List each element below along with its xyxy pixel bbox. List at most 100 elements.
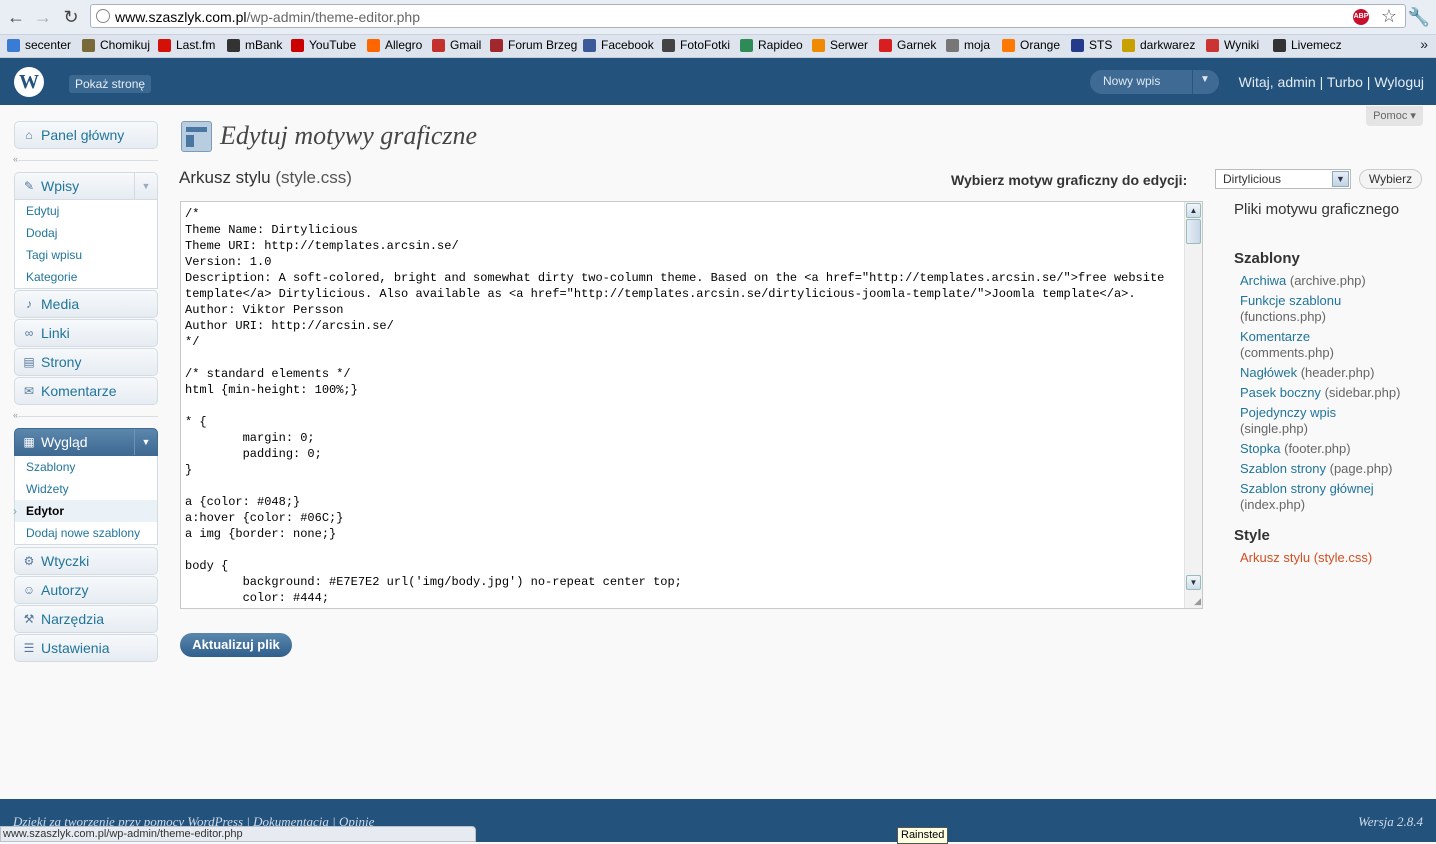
- resize-grip-icon[interactable]: ◢: [1194, 596, 1201, 607]
- darkwarez-icon: [1122, 38, 1135, 52]
- logout-link[interactable]: Wyloguj: [1374, 74, 1424, 90]
- bookmark-item[interactable]: Orange: [1002, 38, 1060, 52]
- submenu-item-themes[interactable]: Szablony: [15, 456, 157, 478]
- style-file-link[interactable]: Arkusz stylu (style.css): [1240, 550, 1430, 566]
- menu-plugins[interactable]: ⚙ Wtyczki: [14, 547, 158, 575]
- collapse-icon[interactable]: «: [13, 154, 19, 164]
- template-file-link[interactable]: Stopka (footer.php): [1240, 441, 1430, 457]
- submenu-item-add[interactable]: Dodaj: [15, 222, 157, 244]
- template-file-link[interactable]: Pasek boczny (sidebar.php): [1240, 385, 1430, 401]
- menu-users[interactable]: ☺ Autorzy: [14, 576, 158, 604]
- scroll-up-icon[interactable]: ▲: [1186, 203, 1201, 218]
- turbo-link[interactable]: Turbo: [1327, 74, 1363, 90]
- menu-dashboard[interactable]: ⌂ Panel główny: [14, 121, 158, 149]
- bookmark-item[interactable]: moja: [946, 38, 990, 52]
- garnek-icon: [879, 38, 892, 52]
- new-post-label[interactable]: Nowy wpis: [1103, 74, 1160, 88]
- menu-label: Narzędzia: [41, 611, 105, 627]
- menu-settings[interactable]: ☰ Ustawienia: [14, 634, 158, 662]
- help-button[interactable]: Pomoc ▾: [1366, 106, 1423, 126]
- code-content[interactable]: /* Theme Name: Dirtylicious Theme URI: h…: [185, 206, 1164, 606]
- media-icon: ♪: [26, 297, 32, 311]
- template-file-link[interactable]: Szablon strony (page.php): [1240, 461, 1430, 477]
- cpanel-icon: [812, 38, 825, 52]
- chevron-down-icon[interactable]: ▼: [134, 429, 157, 455]
- bookmark-item[interactable]: Allegro: [367, 38, 422, 52]
- menu-appearance[interactable]: ▦ Wygląd ▼: [14, 428, 158, 456]
- bookmark-item[interactable]: Facebook: [583, 38, 654, 52]
- back-button[interactable]: ←: [6, 7, 26, 27]
- submenu-item-tags[interactable]: Tagi wpisu: [15, 244, 157, 266]
- profile-link[interactable]: admin: [1278, 74, 1316, 90]
- facebook-icon: [583, 38, 596, 52]
- admin-header: W Pokaż stronę Nowy wpis ▼ Witaj, admin …: [0, 58, 1436, 105]
- menu-label: Ustawienia: [41, 640, 110, 656]
- bookmark-item[interactable]: Garnek: [879, 38, 936, 52]
- bookmark-item[interactable]: Livemecz: [1273, 38, 1342, 52]
- greeting-text: Witaj,: [1238, 74, 1278, 90]
- submenu-item-edit[interactable]: Edytuj: [15, 200, 157, 222]
- menu-links[interactable]: ∞ Linki: [14, 319, 158, 347]
- chevron-down-icon[interactable]: ▼: [1332, 171, 1349, 187]
- view-site-button[interactable]: Pokaż stronę: [69, 75, 152, 93]
- appearance-icon: ▦: [23, 435, 35, 449]
- bookmark-item[interactable]: Chomikuj: [82, 38, 150, 52]
- theme-select[interactable]: Dirtylicious ▼: [1215, 169, 1351, 189]
- bookmark-item[interactable]: Wyniki: [1206, 38, 1259, 52]
- submenu-item-editor[interactable]: Edytor: [13, 500, 157, 522]
- bookmark-item[interactable]: FotoFotki: [662, 38, 730, 52]
- bookmark-item[interactable]: Last.fm: [158, 38, 215, 52]
- bookmark-item[interactable]: YouTube: [291, 38, 356, 52]
- template-file-link[interactable]: Pojedynczy wpis (single.php): [1240, 405, 1430, 437]
- bookmark-item[interactable]: Forum Brzeg: [490, 38, 577, 52]
- secenter-icon: [7, 38, 20, 52]
- menu-tools[interactable]: ⚒ Narzędzia: [14, 605, 158, 633]
- allegro-icon: [367, 38, 380, 52]
- appearance-submenu: Szablony Widżety Edytor Dodaj nowe szabl…: [13, 456, 158, 545]
- browser-toolbar: ← → ↻ www.szaszlyk.com.pl/wp-admin/theme…: [0, 0, 1436, 35]
- template-file-link[interactable]: Funkcje szablonu (functions.php): [1240, 293, 1430, 325]
- plugin-icon: ⚙: [23, 554, 35, 568]
- scroll-down-icon[interactable]: ▼: [1186, 575, 1201, 590]
- wrench-icon[interactable]: 🔧: [1408, 7, 1430, 28]
- template-file-link[interactable]: Nagłówek (header.php): [1240, 365, 1430, 381]
- submenu-item-add-themes[interactable]: Dodaj nowe szablony: [15, 522, 157, 544]
- select-theme-button[interactable]: Wybierz: [1359, 169, 1422, 189]
- template-file-link[interactable]: Szablon strony głównej (index.php): [1240, 481, 1430, 513]
- bookmark-item[interactable]: Gmail: [432, 38, 481, 52]
- submenu-item-widgets[interactable]: Widżety: [15, 478, 157, 500]
- forward-button[interactable]: →: [33, 7, 53, 27]
- collapse-icon[interactable]: «: [13, 410, 19, 420]
- wyniki-icon: [1206, 38, 1219, 52]
- menu-separator[interactable]: «: [13, 154, 158, 164]
- menu-media[interactable]: ♪ Media: [14, 290, 158, 318]
- chevron-down-icon[interactable]: ▼: [1200, 74, 1210, 85]
- bookmark-item[interactable]: Rapideo: [740, 38, 803, 52]
- menu-comments[interactable]: ✉ Komentarze: [14, 377, 158, 405]
- menu-pages[interactable]: ▤ Strony: [14, 348, 158, 376]
- template-file-link[interactable]: Komentarze (comments.php): [1240, 329, 1430, 361]
- scroll-thumb[interactable]: [1186, 219, 1201, 244]
- adblock-icon[interactable]: ABP: [1353, 9, 1369, 25]
- template-file-link[interactable]: Archiwa (archive.php): [1240, 273, 1430, 289]
- page-icon: ▤: [23, 355, 35, 369]
- new-post-dropdown[interactable]: Nowy wpis ▼: [1090, 70, 1219, 94]
- bookmark-item[interactable]: Serwer: [812, 38, 868, 52]
- editor-scrollbar[interactable]: ▲ ▼: [1184, 202, 1202, 608]
- menu-posts[interactable]: ✎ Wpisy ▼: [14, 172, 158, 200]
- code-editor-textarea[interactable]: /* Theme Name: Dirtylicious Theme URI: h…: [180, 201, 1203, 609]
- update-file-button[interactable]: Aktualizuj plik: [180, 633, 292, 657]
- bookmark-item[interactable]: STS: [1071, 38, 1112, 52]
- menu-separator[interactable]: «: [13, 410, 158, 420]
- bookmark-item[interactable]: secenter: [7, 38, 71, 52]
- menu-label: Wtyczki: [41, 553, 90, 569]
- submenu-item-categories[interactable]: Kategorie: [15, 266, 157, 288]
- bookmark-item[interactable]: mBank: [227, 38, 282, 52]
- page-title: Edytuj motywy graficzne: [220, 121, 478, 150]
- chevron-down-icon[interactable]: ▼: [134, 173, 157, 199]
- more-bookmarks-icon[interactable]: »: [1420, 36, 1428, 52]
- bookmark-item[interactable]: darkwarez: [1122, 38, 1195, 52]
- address-bar[interactable]: www.szaszlyk.com.pl/wp-admin/theme-edito…: [90, 4, 1406, 28]
- bookmark-star-icon[interactable]: ☆: [1381, 6, 1397, 27]
- reload-button[interactable]: ↻: [61, 7, 81, 27]
